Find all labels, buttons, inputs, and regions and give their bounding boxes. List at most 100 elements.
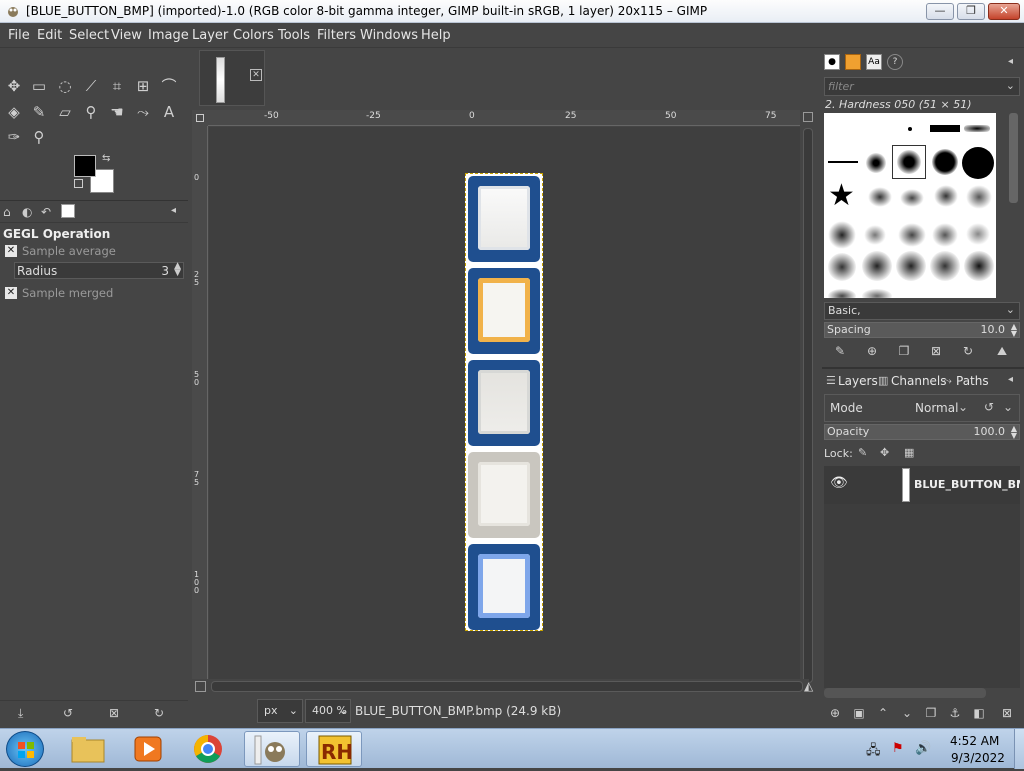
undo-history-tab-icon[interactable]: ↶ xyxy=(41,205,51,219)
paths-tab-icon[interactable]: ⤳ xyxy=(943,374,952,388)
brush-item[interactable] xyxy=(964,251,994,281)
menu-file[interactable]: File xyxy=(8,23,30,43)
brush-filter-input[interactable]: filter ⌄ xyxy=(824,77,1020,96)
mask-layer-icon[interactable]: ◧ xyxy=(970,704,988,722)
brush-item[interactable] xyxy=(868,187,892,207)
brush-item[interactable] xyxy=(966,223,990,245)
layers-list[interactable]: 👁 BLUE_BUTTON_BMP xyxy=(824,466,1020,688)
duplicate-brush-icon[interactable]: ❐ xyxy=(895,342,913,360)
default-colors-icon[interactable] xyxy=(74,179,83,188)
panel-menu-icon[interactable]: ◂ xyxy=(1008,374,1013,385)
device-status-tab-icon[interactable]: ◐ xyxy=(22,205,32,219)
spin-arrows-icon[interactable]: ▲ ▼ xyxy=(174,262,181,278)
network-icon[interactable]: 🖧 xyxy=(866,741,881,763)
brush-scroll-thumb[interactable] xyxy=(1009,113,1018,203)
spin-arrows-icon[interactable]: ▲ ▼ xyxy=(1011,323,1017,338)
brush-item[interactable] xyxy=(932,149,958,175)
text-tool-icon[interactable]: A xyxy=(158,101,180,123)
swap-colors-icon[interactable]: ⇆ xyxy=(102,153,110,164)
lock-alpha-icon[interactable]: ▦ xyxy=(904,446,914,459)
delete-options-icon[interactable]: ⊠ xyxy=(109,706,119,720)
brush-item[interactable] xyxy=(896,251,926,281)
composite-mode-icon[interactable]: ↺ xyxy=(984,400,994,414)
show-desktop-button[interactable] xyxy=(1014,729,1024,769)
refresh-brushes-icon[interactable]: ↻ xyxy=(959,342,977,360)
brush-item[interactable] xyxy=(862,251,892,281)
brush-item[interactable] xyxy=(964,125,990,132)
horizontal-ruler[interactable]: -50 -25 0 25 50 75 xyxy=(208,110,800,126)
image-content[interactable] xyxy=(465,173,543,631)
duplicate-layer-icon[interactable]: ❐ xyxy=(922,704,940,722)
spin-arrows-icon[interactable]: ▲ ▼ xyxy=(1011,425,1017,440)
delete-brush-icon[interactable]: ⊠ xyxy=(927,342,945,360)
brush-item[interactable] xyxy=(932,223,958,247)
new-brush-icon[interactable]: ⊕ xyxy=(863,342,881,360)
lower-layer-icon[interactable]: ⌄ xyxy=(898,704,916,722)
gimp-taskbar-icon[interactable] xyxy=(244,731,300,767)
brush-item[interactable] xyxy=(908,127,912,131)
start-button[interactable] xyxy=(6,731,44,767)
raise-layer-icon[interactable]: ⌃ xyxy=(874,704,892,722)
zoom-tool-icon[interactable]: ⚲ xyxy=(28,126,50,148)
new-layer-icon[interactable]: ⊕ xyxy=(826,704,844,722)
panel-menu-icon[interactable]: ◂ xyxy=(1008,56,1013,67)
horizontal-scrollbar[interactable] xyxy=(209,679,809,695)
move-tool-icon[interactable]: ✥ xyxy=(3,75,25,97)
menu-select[interactable]: Select xyxy=(69,23,109,43)
lasso-tool-icon[interactable]: ◌ xyxy=(54,75,76,97)
horizontal-scroll-thumb[interactable] xyxy=(211,681,803,692)
navigate-icon[interactable] xyxy=(803,112,813,122)
sample-average-checkbox[interactable]: ✕ xyxy=(5,245,17,257)
menu-layer[interactable]: Layer xyxy=(192,23,228,43)
clock-date[interactable]: 9/3/2022 xyxy=(951,751,1005,765)
clone-tool-icon[interactable]: ⚲ xyxy=(80,101,102,123)
menu-colors[interactable]: Colors xyxy=(233,23,274,43)
open-brush-as-image-icon[interactable]: ⛰ xyxy=(993,342,1011,360)
tab-channels[interactable]: Channels xyxy=(891,374,947,388)
menu-filters[interactable]: Filters xyxy=(317,23,356,43)
edit-brush-icon[interactable]: ✎ xyxy=(831,342,849,360)
clock-time[interactable]: 4:52 AM xyxy=(950,734,999,748)
tab-layers[interactable]: Layers xyxy=(838,374,878,388)
help-tab-icon[interactable]: ? xyxy=(887,54,903,70)
action-center-icon[interactable]: ⚑ xyxy=(892,741,904,756)
image-tab[interactable]: ✕ xyxy=(199,50,265,106)
delete-layer-icon[interactable]: ⊠ xyxy=(998,704,1016,722)
unified-transform-tool-icon[interactable]: ⊞ xyxy=(132,75,154,97)
fg-bg-colors[interactable]: ⇆ xyxy=(74,153,116,195)
patterns-tab-icon[interactable] xyxy=(845,54,861,70)
unit-selector[interactable]: px ⌄ xyxy=(257,699,303,723)
brush-item[interactable] xyxy=(898,223,926,247)
chrome-taskbar-icon[interactable] xyxy=(180,731,236,767)
spacing-slider[interactable]: Spacing 10.0 ▲ ▼ xyxy=(824,322,1020,338)
menu-windows[interactable]: Windows xyxy=(360,23,418,43)
tab-paths[interactable]: Paths xyxy=(956,374,989,388)
zoom-fit-icon[interactable]: ◭ xyxy=(804,679,813,693)
save-options-icon[interactable]: ⤓ xyxy=(18,706,23,721)
brush-item[interactable] xyxy=(828,161,858,163)
brush-item[interactable] xyxy=(930,251,960,281)
reset-options-icon[interactable]: ↻ xyxy=(154,706,164,720)
panel-menu-icon[interactable]: ◂ xyxy=(171,205,176,216)
menu-tools[interactable]: Tools xyxy=(278,23,310,43)
zoom-selector[interactable]: 400 % ⌄ xyxy=(305,699,351,723)
brush-item[interactable] xyxy=(934,185,958,207)
foreground-color-swatch[interactable] xyxy=(74,155,96,177)
ruler-corner[interactable] xyxy=(192,110,208,126)
new-layer-group-icon[interactable]: ▣ xyxy=(850,704,868,722)
restore-options-icon[interactable]: ↺ xyxy=(63,706,73,720)
media-player-taskbar-icon[interactable] xyxy=(120,731,176,767)
fuzzy-select-tool-icon[interactable]: ⟋ xyxy=(80,75,102,97)
lock-pixels-icon[interactable]: ✎ xyxy=(858,446,867,459)
menu-view[interactable]: View xyxy=(111,23,142,43)
vertical-scrollbar[interactable] xyxy=(800,110,818,685)
selected-brush-frame[interactable] xyxy=(892,145,926,179)
vertical-ruler[interactable]: 0 25 50 75 100 xyxy=(192,126,208,679)
menu-edit[interactable]: Edit xyxy=(37,23,62,43)
layers-scrollbar[interactable] xyxy=(824,688,986,698)
eye-icon[interactable]: 👁 xyxy=(830,475,848,493)
brush-item[interactable] xyxy=(864,225,886,245)
layers-tab-icon[interactable]: ☰ xyxy=(826,374,836,387)
layer-row[interactable]: 👁 BLUE_BUTTON_BMP xyxy=(824,466,1020,504)
brush-item[interactable] xyxy=(866,153,886,173)
